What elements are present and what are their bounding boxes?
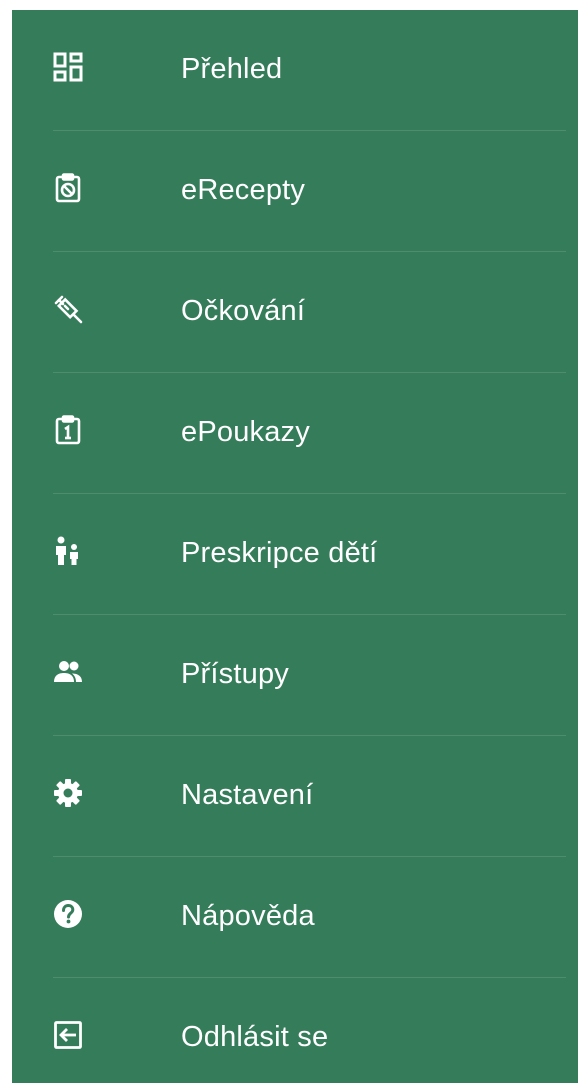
- drawer-menu: Přehled eRecepty Očkování ePoukazy Presk…: [12, 10, 578, 1083]
- gear-icon: [53, 778, 83, 808]
- logout-icon: [53, 1020, 83, 1050]
- menu-item-napoveda[interactable]: Nápověda: [12, 857, 578, 978]
- navigation-drawer: Přehled eRecepty Očkování ePoukazy Presk…: [12, 10, 578, 1083]
- dashboard-icon: [53, 52, 83, 82]
- menu-item-label: Očkování: [181, 294, 306, 327]
- menu-item-epoukazy[interactable]: ePoukazy: [12, 373, 578, 494]
- menu-item-label: Preskripce dětí: [181, 536, 378, 569]
- menu-item-label: ePoukazy: [181, 415, 310, 448]
- menu-item-label: Nastavení: [181, 778, 314, 811]
- menu-item-preskripce-deti[interactable]: Preskripce dětí: [12, 494, 578, 615]
- people-icon: [53, 657, 83, 687]
- menu-item-label: Přístupy: [181, 657, 289, 690]
- menu-item-label: Přehled: [181, 52, 283, 85]
- menu-item-ockovani[interactable]: Očkování: [12, 252, 578, 373]
- voucher-clipboard-icon: [53, 414, 83, 445]
- help-icon: [53, 899, 83, 929]
- menu-item-prehled[interactable]: Přehled: [12, 10, 578, 131]
- menu-item-erecepty[interactable]: eRecepty: [12, 131, 578, 252]
- menu-item-pristupy[interactable]: Přístupy: [12, 615, 578, 736]
- syringe-icon: [53, 294, 83, 324]
- menu-item-odhlasit-se[interactable]: Odhlásit se: [12, 978, 578, 1083]
- menu-item-nastaveni[interactable]: Nastavení: [12, 736, 578, 857]
- parent-child-icon: [53, 536, 83, 566]
- prescription-clipboard-icon: [53, 172, 83, 203]
- menu-item-label: Odhlásit se: [181, 1020, 329, 1053]
- menu-item-label: Nápověda: [181, 899, 315, 932]
- menu-item-label: eRecepty: [181, 173, 306, 206]
